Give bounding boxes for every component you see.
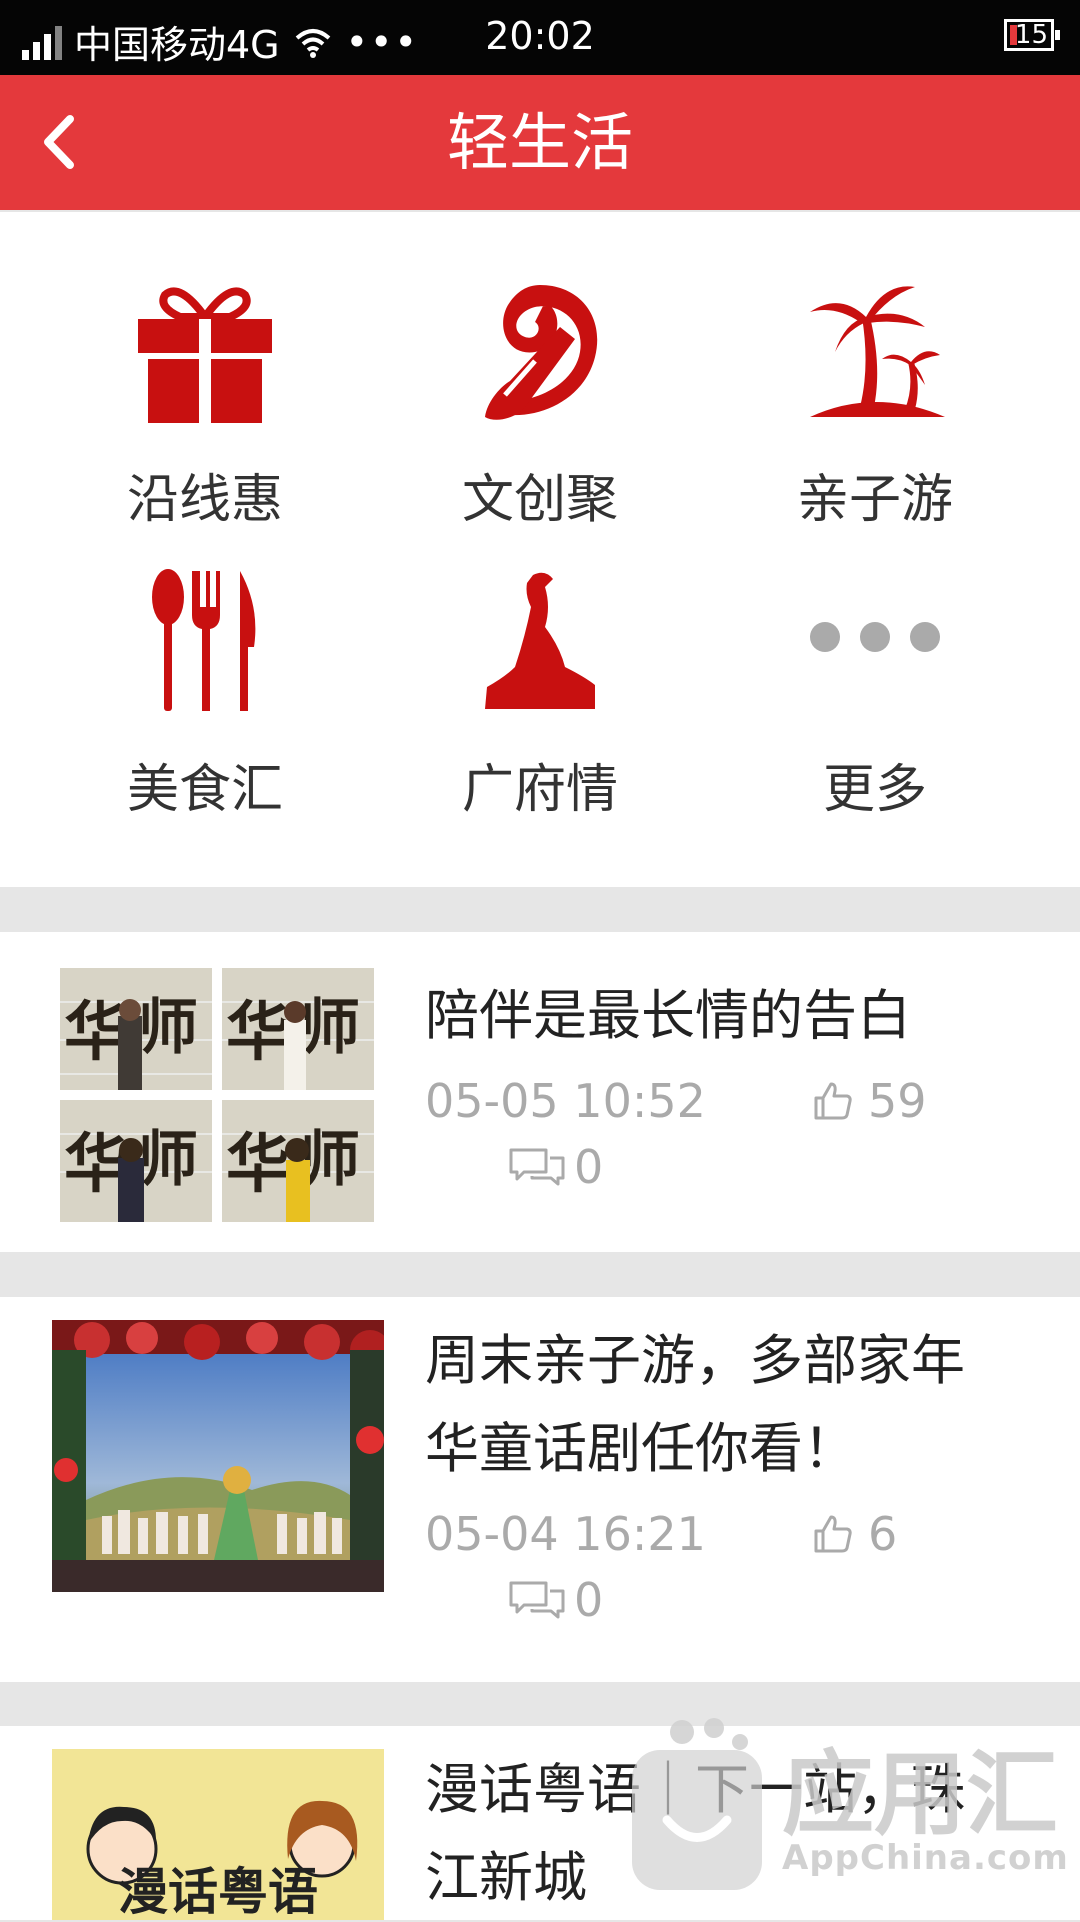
article-thumbnail: 漫话粤语 [52,1749,384,1920]
article-card[interactable]: 周末亲子游，多部家年 华童话剧任你看！ 05-04 16:21 6 0 [0,1297,1080,1682]
article-time: 16:21 [573,1507,706,1561]
category-item-wenchuangju[interactable]: 文创聚 [360,277,720,567]
article-date: 05-05 [425,1074,559,1128]
gift-icon [138,287,272,423]
page-title: 轻生活 [446,106,633,179]
category-label: 更多 [822,760,927,820]
article-datetime: 05-04 16:21 [425,1507,706,1561]
calligraphy-text: 师 [300,993,360,1063]
cutlery-icon [152,569,256,711]
article-time: 10:52 [573,1074,706,1128]
comment-count[interactable]: 0 [508,1140,603,1194]
nav-bar: 轻生活 [0,75,1080,210]
like-count[interactable]: 6 [812,1507,897,1561]
more-icon [810,622,940,652]
comment-icon [509,1581,565,1619]
category-label: 美食汇 [126,760,283,820]
battery-level: 15 [1014,20,1048,50]
category-item-more[interactable]: 更多 [695,567,1055,857]
comment-count[interactable]: 0 [508,1573,603,1627]
calligraphy-text: 师 [138,1125,198,1195]
thumbs-up-icon [814,1515,852,1553]
category-label: 广府情 [461,760,618,820]
article-title-line: 周末亲子游，多部家年 [425,1329,965,1392]
battery-icon: 15 [1004,19,1060,51]
comment-number: 0 [574,1140,604,1194]
comment-number: 0 [574,1573,604,1627]
watermark-name: 应用汇 [782,1741,1059,1848]
status-bar: 中国移动4G ••• 20:02 15 [0,0,1080,75]
calligraphy-text: 华 [226,995,290,1070]
category-item-guangfuqing[interactable]: 广府情 [360,567,720,857]
thumbs-up-icon [814,1082,852,1120]
calligraphy-text: 师 [138,993,198,1063]
thumbnail-text: 漫话粤语 [118,1863,318,1920]
article-thumbnail [52,1320,384,1592]
palm-tree-icon [810,286,945,417]
like-number: 59 [868,1074,927,1128]
category-item-meishihui[interactable]: 美食汇 [25,567,385,857]
clock: 20:02 [485,14,595,58]
comment-icon [509,1148,565,1186]
category-label: 亲子游 [796,470,953,530]
category-item-qinziyou[interactable]: 亲子游 [695,277,1055,567]
brush-icon [485,285,598,420]
category-label: 沿线惠 [126,470,283,530]
appchina-watermark: 应用汇 AppChina.com [622,1710,1068,1900]
like-count[interactable]: 59 [812,1074,927,1128]
category-label: 文创聚 [461,470,618,530]
article-thumbnail: 华 师 华 师 华 师 华 师 [60,968,376,1224]
category-item-yanxianhui[interactable]: 沿线惠 [25,277,385,567]
calligraphy-text: 华 [226,1127,290,1202]
appchina-logo-icon [632,1718,762,1890]
category-grid: 沿线惠 文创聚 亲子游 美食汇 广府情 更多 [0,212,1080,887]
article-title: 周末亲子游，多部家年 华童话剧任你看！ [425,1317,1045,1493]
article-title-line: 华童话剧任你看！ [425,1417,857,1480]
article-title: 陪伴是最长情的告白 [425,984,911,1047]
article-datetime: 05-05 10:52 [425,1074,706,1128]
like-number: 6 [868,1507,898,1561]
goat-statue-icon [485,572,595,709]
watermark-site: AppChina.com [782,1838,1069,1878]
article-date: 05-04 [425,1507,559,1561]
article-card[interactable]: 华 师 华 师 华 师 华 师 陪伴是最长情的告白 05-05 10:52 59… [0,932,1080,1252]
